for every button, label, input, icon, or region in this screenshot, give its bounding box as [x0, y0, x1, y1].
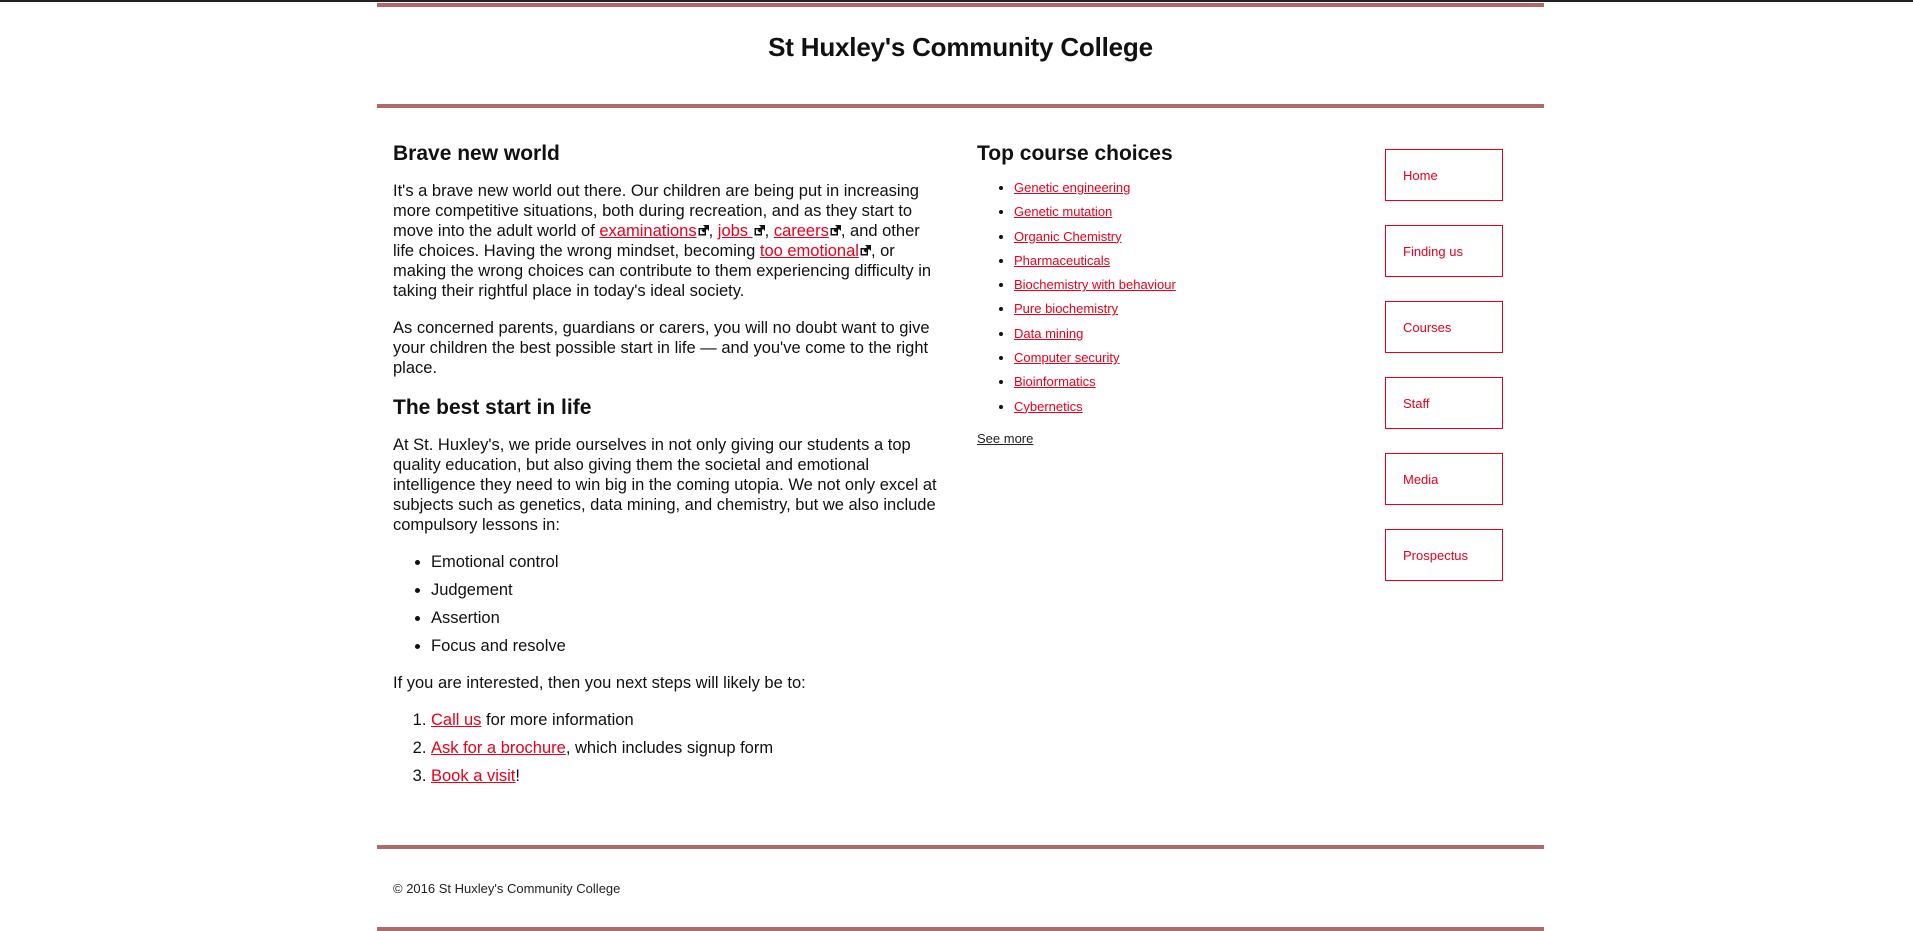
- list-item: Ask for a brochure, which includes signu…: [431, 738, 945, 758]
- main-navigation: Home Finding us Courses Staff Media Pros…: [1385, 149, 1503, 605]
- article-heading-brave-new-world: Brave new world: [393, 142, 560, 165]
- list-item: Book a visit!: [431, 766, 945, 786]
- course-link-organic-chemistry[interactable]: Organic Chemistry: [1014, 229, 1122, 244]
- course-link-data-mining[interactable]: Data mining: [1014, 326, 1083, 341]
- nav-item-home[interactable]: Home: [1385, 149, 1503, 201]
- course-link-pure-biochemistry[interactable]: Pure biochemistry: [1014, 301, 1118, 316]
- nav-item-finding-us[interactable]: Finding us: [1385, 225, 1503, 277]
- examinations-link[interactable]: examinations: [599, 222, 696, 240]
- course-link-cybernetics[interactable]: Cybernetics: [1014, 399, 1083, 414]
- separator-2: ,: [764, 222, 774, 240]
- site-header: St Huxley's Community College: [377, 7, 1544, 104]
- list-item: Assertion: [431, 608, 945, 628]
- list-item: Judgement: [431, 580, 945, 600]
- list-item: Biochemistry with behaviour: [1014, 277, 1357, 293]
- course-link-computer-security[interactable]: Computer security: [1014, 350, 1119, 365]
- nav-item-media[interactable]: Media: [1385, 453, 1503, 505]
- list-item: Emotional control: [431, 552, 945, 572]
- main-article: Brave new world It's a brave new world o…: [393, 142, 945, 794]
- course-link-genetic-engineering[interactable]: Genetic engineering: [1014, 180, 1130, 195]
- nav-item-staff[interactable]: Staff: [1385, 377, 1503, 429]
- course-link-biochemistry-with-behaviour[interactable]: Biochemistry with behaviour: [1014, 277, 1176, 292]
- ask-brochure-link[interactable]: Ask for a brochure: [431, 739, 566, 757]
- careers-link[interactable]: careers: [774, 222, 829, 240]
- list-item: Focus and resolve: [431, 636, 945, 656]
- site-footer: © 2016 St Huxley's Community College: [377, 849, 1544, 927]
- next-steps-list: Call us for more information Ask for a b…: [393, 710, 945, 786]
- call-us-link[interactable]: Call us: [431, 711, 481, 729]
- external-link-icon: [830, 225, 841, 236]
- article-heading-best-start: The best start in life: [393, 396, 592, 419]
- step-text: !: [515, 767, 520, 785]
- external-link-icon: [860, 245, 871, 256]
- top-courses-panel: Top course choices Genetic engineering G…: [977, 142, 1357, 448]
- article-parents-paragraph: As concerned parents, guardians or carer…: [393, 319, 930, 377]
- list-item: Pure biochemistry: [1014, 301, 1357, 317]
- course-link-bioinformatics[interactable]: Bioinformatics: [1014, 374, 1096, 389]
- courses-list: Genetic engineering Genetic mutation Org…: [977, 180, 1357, 415]
- lessons-list: Emotional control Judgement Assertion Fo…: [393, 552, 945, 656]
- list-item: Computer security: [1014, 350, 1357, 366]
- list-item: Data mining: [1014, 326, 1357, 342]
- see-more-link[interactable]: See more: [977, 431, 1033, 446]
- copyright-text: © 2016 St Huxley's Community College: [393, 880, 621, 896]
- article-next-steps-paragraph: If you are interested, then you next ste…: [393, 674, 806, 692]
- list-item: Genetic engineering: [1014, 180, 1357, 196]
- site-title: St Huxley's Community College: [768, 32, 1153, 62]
- main-content: Brave new world It's a brave new world o…: [377, 108, 1544, 845]
- page-wrapper: St Huxley's Community College Brave new …: [377, 3, 1544, 931]
- book-visit-link[interactable]: Book a visit: [431, 767, 515, 785]
- external-link-icon: [754, 225, 765, 236]
- list-item: Bioinformatics: [1014, 374, 1357, 390]
- list-item: Organic Chemistry: [1014, 229, 1357, 245]
- list-item: Cybernetics: [1014, 399, 1357, 415]
- course-link-pharmaceuticals[interactable]: Pharmaceuticals: [1014, 253, 1110, 268]
- external-link-icon: [698, 225, 709, 236]
- separator-1: ,: [708, 222, 718, 240]
- step-text: for more information: [481, 711, 634, 729]
- list-item: Genetic mutation: [1014, 204, 1357, 220]
- window-top-border: [0, 0, 1913, 2]
- article-intro-paragraph: It's a brave new world out there. Our ch…: [393, 181, 945, 301]
- course-link-genetic-mutation[interactable]: Genetic mutation: [1014, 204, 1112, 219]
- footer-bottom-bar: [377, 927, 1544, 931]
- jobs-link[interactable]: jobs: [718, 222, 753, 240]
- article-education-paragraph: At St. Huxley's, we pride ourselves in n…: [393, 436, 937, 534]
- step-text: , which includes signup form: [565, 739, 774, 757]
- nav-item-prospectus[interactable]: Prospectus: [1385, 529, 1503, 581]
- too-emotional-link[interactable]: too emotional: [760, 242, 859, 260]
- courses-heading: Top course choices: [977, 142, 1173, 165]
- nav-item-courses[interactable]: Courses: [1385, 301, 1503, 353]
- list-item: Pharmaceuticals: [1014, 253, 1357, 269]
- list-item: Call us for more information: [431, 710, 945, 730]
